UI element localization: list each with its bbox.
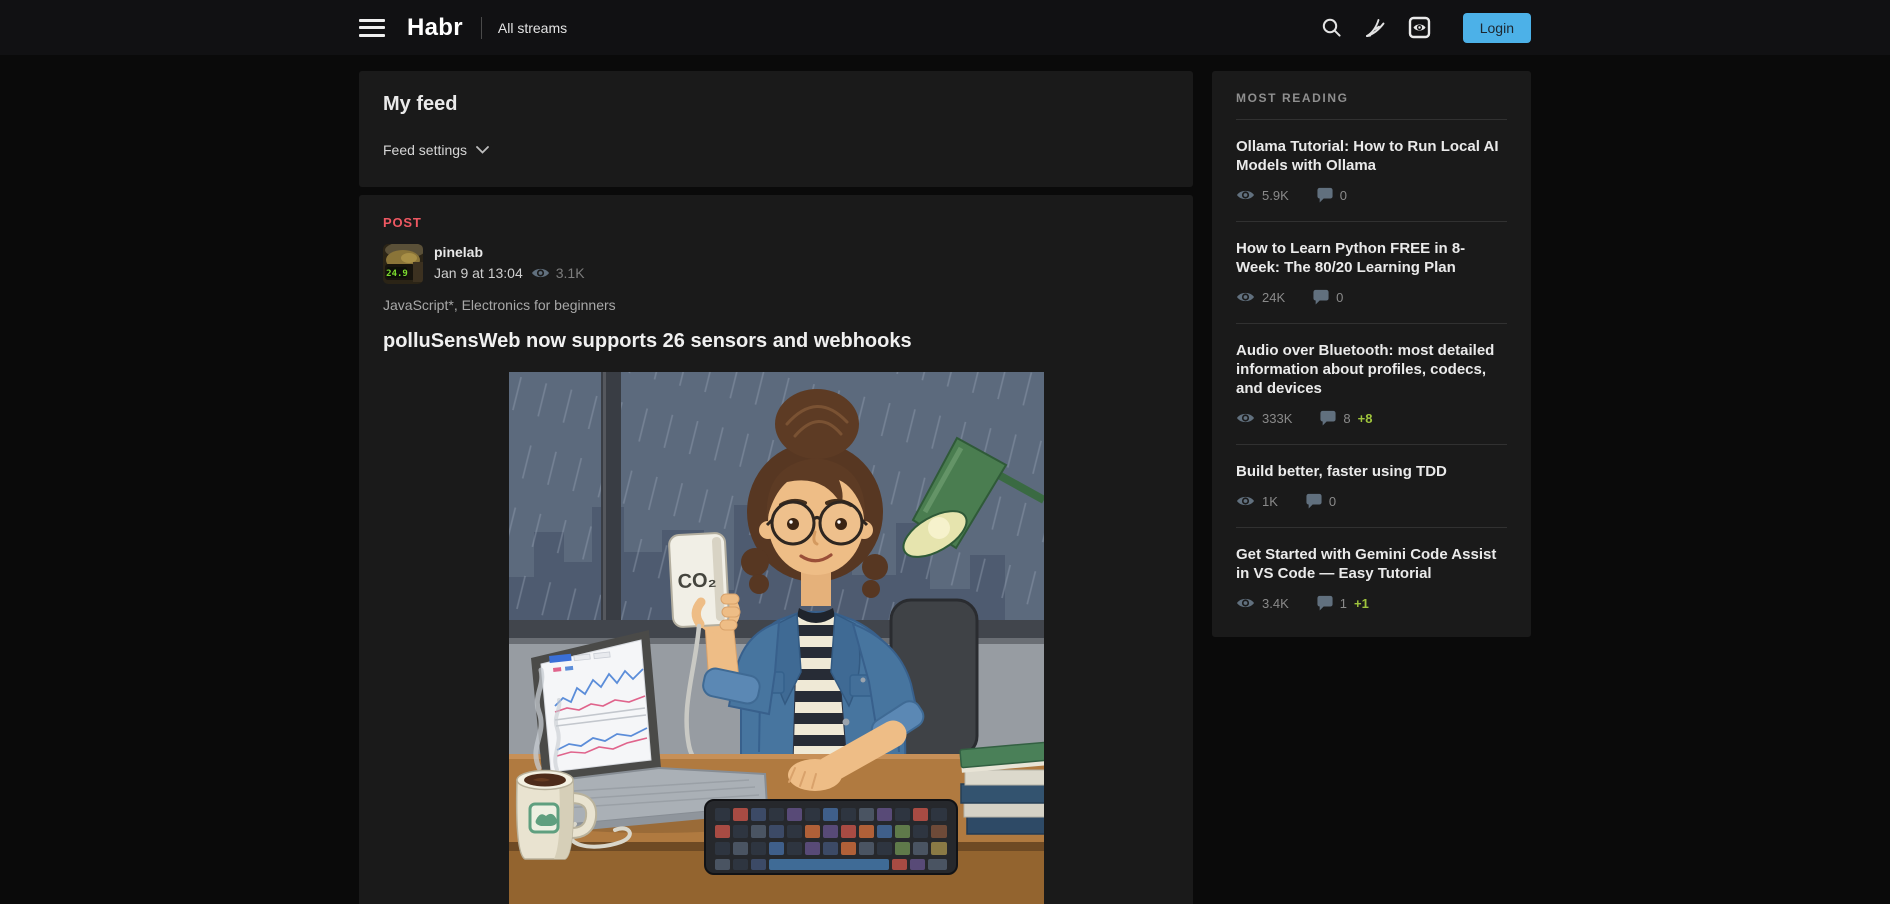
header-divider (481, 17, 482, 39)
most-reading-item: How to Learn Python FREE in 8-Week: The … (1236, 222, 1507, 324)
article-link[interactable]: Audio over Bluetooth: most detailed info… (1236, 341, 1507, 398)
comment-icon (1306, 493, 1322, 509)
eye-icon (1236, 596, 1255, 610)
comment-icon (1313, 289, 1329, 305)
comment-icon (1317, 595, 1333, 611)
views-count: 24K (1262, 290, 1285, 305)
views-count: 5.9K (1262, 188, 1289, 203)
hub-list: JavaScript*, Electronics for beginners (383, 297, 1169, 313)
article-link[interactable]: Build better, faster using TDD (1236, 462, 1507, 481)
comment-icon (1320, 410, 1336, 426)
comments-count: 0 (1336, 290, 1343, 305)
article-link[interactable]: Ollama Tutorial: How to Run Local AI Mod… (1236, 137, 1507, 175)
new-comments-count: +1 (1354, 596, 1369, 611)
views-count: 1K (1262, 494, 1278, 509)
views-stat: 3.4K (1236, 596, 1289, 611)
post-card: POST 24.9 pinelab (359, 195, 1193, 904)
write-pen-icon[interactable] (1363, 15, 1388, 40)
post-title[interactable]: polluSensWeb now supports 26 sensors and… (383, 330, 1169, 353)
most-reading-title: MOST READING (1236, 91, 1507, 120)
new-comments-count: +8 (1358, 411, 1373, 426)
views-stat: 24K (1236, 290, 1285, 305)
search-icon[interactable] (1319, 15, 1344, 40)
eye-icon (1236, 494, 1255, 508)
post-type-badge: POST (383, 215, 1169, 230)
eye-icon (1236, 188, 1255, 202)
author-avatar[interactable]: 24.9 (383, 244, 423, 284)
page-title: My feed (383, 93, 1169, 116)
feed-settings-label: Feed settings (383, 142, 467, 158)
article-link[interactable]: How to Learn Python FREE in 8-Week: The … (1236, 239, 1507, 277)
comments-stat[interactable]: 0 (1313, 289, 1343, 305)
hub-separator: , (454, 297, 462, 313)
post-views: 3.1K (531, 265, 585, 281)
eye-icon (1236, 411, 1255, 425)
comments-stat[interactable]: 0 (1317, 187, 1347, 203)
stream-selector[interactable]: All streams (498, 20, 567, 36)
comments-count: 1 (1340, 596, 1347, 611)
eye-icon (1236, 290, 1255, 304)
views-stat: 1K (1236, 494, 1278, 509)
comments-count: 0 (1340, 188, 1347, 203)
eye-icon (531, 266, 550, 280)
chevron-down-icon (476, 146, 489, 154)
most-reading-widget: MOST READING Ollama Tutorial: How to Run… (1212, 71, 1531, 637)
comments-stat[interactable]: 8 +8 (1320, 410, 1372, 426)
feed-settings-toggle[interactable]: Feed settings (383, 142, 489, 158)
menu-icon[interactable] (359, 19, 385, 37)
author-username[interactable]: pinelab (434, 244, 585, 260)
views-count: 3.1K (556, 265, 585, 281)
hub-link[interactable]: JavaScript* (383, 297, 454, 313)
top-header: Habr All streams Login (0, 0, 1890, 55)
habr-logo[interactable]: Habr (407, 14, 463, 42)
comments-count: 8 (1343, 411, 1350, 426)
avatar-lcd-reading: 24.9 (386, 269, 408, 279)
article-link[interactable]: Get Started with Gemini Code Assist in V… (1236, 545, 1507, 583)
most-reading-item: Audio over Bluetooth: most detailed info… (1236, 324, 1507, 445)
post-timestamp: Jan 9 at 13:04 (434, 265, 523, 281)
comment-icon (1317, 187, 1333, 203)
views-stat: 333K (1236, 411, 1292, 426)
hub-link[interactable]: Electronics for beginners (462, 297, 616, 313)
most-reading-item: Get Started with Gemini Code Assist in V… (1236, 528, 1507, 629)
most-reading-item: Build better, faster using TDD 1K 0 (1236, 445, 1507, 528)
comments-stat[interactable]: 0 (1306, 493, 1336, 509)
comments-stat[interactable]: 1 +1 (1317, 595, 1369, 611)
views-count: 3.4K (1262, 596, 1289, 611)
most-reading-item: Ollama Tutorial: How to Run Local AI Mod… (1236, 120, 1507, 222)
comments-count: 0 (1329, 494, 1336, 509)
appearance-eye-icon[interactable] (1407, 15, 1432, 40)
login-button[interactable]: Login (1463, 13, 1531, 43)
co2-device-label: CO₂ (677, 569, 717, 593)
post-illustration: CO₂ (509, 372, 1044, 904)
my-feed-card: My feed Feed settings (359, 71, 1193, 187)
views-stat: 5.9K (1236, 188, 1289, 203)
views-count: 333K (1262, 411, 1292, 426)
